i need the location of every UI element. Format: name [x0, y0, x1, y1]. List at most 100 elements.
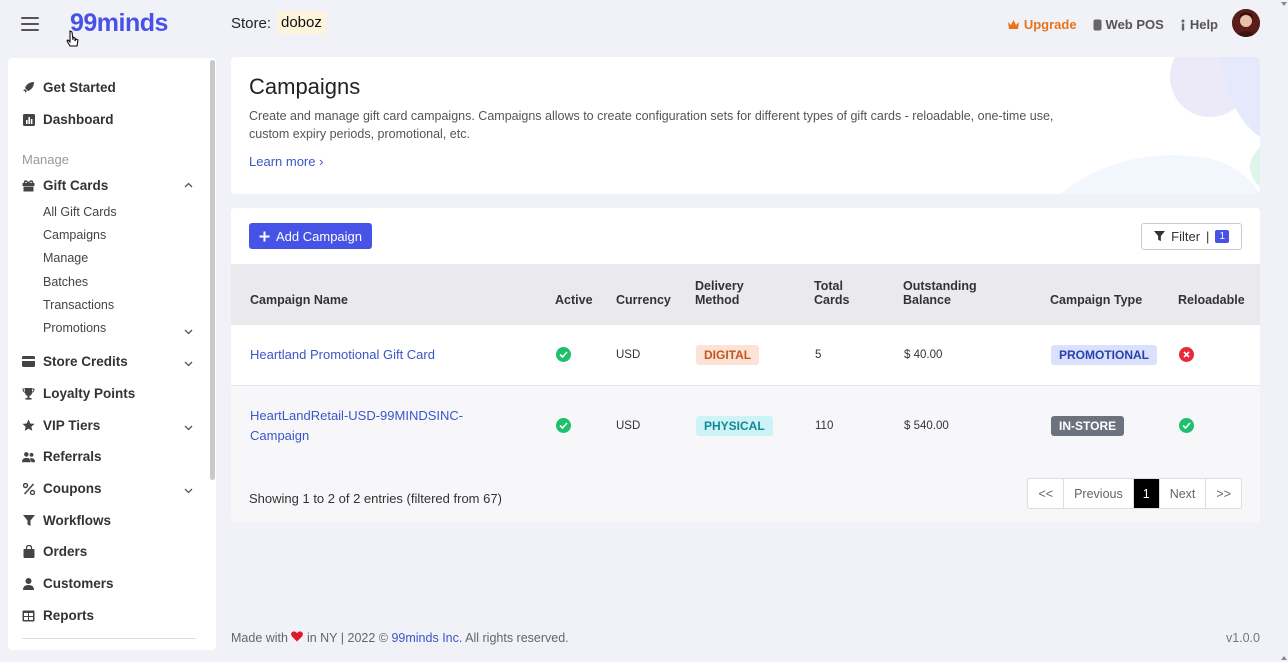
delivery-method-badge: DIGITAL [696, 345, 760, 365]
sidebar-divider [22, 638, 196, 639]
sidebar-item-label: Workflows [43, 513, 112, 528]
chevron-down-icon[interactable] [184, 486, 193, 495]
hamburger-menu-icon[interactable] [21, 17, 39, 31]
sidebar-subitem-promotions[interactable]: Promotions [43, 321, 106, 335]
last-page-button[interactable]: >> [1206, 479, 1241, 508]
funnel-icon [22, 514, 35, 527]
heart-icon [291, 631, 304, 642]
page-1-button[interactable]: 1 [1133, 479, 1160, 508]
column-header-currency[interactable]: Currency [616, 293, 671, 307]
header-line: Delivery [695, 279, 744, 293]
campaigns-table-card: Add Campaign Filter | 1 Campaign Name Ac… [231, 208, 1260, 522]
pos-terminal-icon [1093, 19, 1102, 30]
table-report-icon [22, 609, 35, 622]
web-pos-link[interactable]: Web POS [1093, 17, 1164, 32]
star-icon [22, 419, 35, 432]
user-avatar[interactable] [1232, 9, 1260, 37]
total-cards-cell: 5 [815, 349, 822, 361]
table-row[interactable]: HeartLandRetail-USD-99MINDSINC- Campaign… [231, 385, 1260, 465]
footer-company-link[interactable]: 99minds Inc. [391, 631, 462, 645]
campaign-name-link[interactable]: Heartland Promotional Gift Card [250, 345, 435, 365]
rocket-icon [22, 81, 35, 94]
campaigns-intro-card: Campaigns Create and manage gift card ca… [231, 57, 1260, 194]
column-header-campaign-type[interactable]: Campaign Type [1050, 293, 1142, 307]
sidebar-item-label: Customers [43, 576, 114, 591]
sidebar-item-store-credits[interactable]: Store Credits [22, 354, 128, 369]
sidebar-item-reports[interactable]: Reports [22, 608, 94, 623]
column-header-total-cards[interactable]: Total Cards [814, 279, 849, 307]
mouse-pointer-icon [66, 30, 79, 47]
sidebar-item-get-started[interactable]: Get Started [22, 80, 116, 95]
chevron-up-icon[interactable] [184, 181, 193, 190]
sidebar-scrollbar[interactable] [210, 60, 215, 480]
filter-button[interactable]: Filter | 1 [1141, 223, 1242, 250]
app-logo[interactable]: 99minds [70, 9, 168, 38]
store-selector[interactable]: doboz [277, 11, 326, 34]
chevron-down-icon[interactable] [184, 423, 193, 432]
table-header: Campaign Name Active Currency Delivery M… [231, 264, 1260, 324]
sidebar-item-label: Gift Cards [43, 178, 109, 193]
active-check-icon [556, 418, 571, 433]
sidebar: Get Started Dashboard Manage Gift Cards … [8, 58, 216, 650]
upgrade-label: Upgrade [1023, 17, 1077, 32]
sidebar-item-orders[interactable]: Orders [22, 544, 87, 559]
trophy-icon [22, 387, 35, 400]
table-row[interactable]: Heartland Promotional Gift Card USD DIGI… [231, 324, 1260, 385]
column-header-reloadable[interactable]: Reloadable [1178, 293, 1245, 307]
table-footer: Showing 1 to 2 of 2 entries (filtered fr… [231, 465, 1260, 522]
shopping-bag-icon [22, 545, 35, 558]
sidebar-subitem-all-gift-cards[interactable]: All Gift Cards [43, 205, 117, 219]
filter-label: Filter [1171, 229, 1201, 244]
page-footer: Made with in NY | 2022 © 99minds Inc. Al… [231, 631, 569, 645]
page-scrollbar[interactable] [1280, 0, 1288, 662]
learn-more-link[interactable]: Learn more › [249, 154, 323, 169]
crown-icon [1007, 20, 1019, 29]
sidebar-item-loyalty-points[interactable]: Loyalty Points [22, 386, 135, 401]
previous-page-button[interactable]: Previous [1064, 479, 1134, 508]
column-header-outstanding-balance[interactable]: Outstanding Balance [903, 279, 977, 307]
sidebar-item-vip-tiers[interactable]: VIP Tiers [22, 418, 100, 433]
filter-count-badge: 1 [1215, 230, 1229, 243]
decorative-background [1060, 57, 1260, 194]
footer-made-with: Made with [231, 631, 288, 645]
gift-icon [22, 179, 35, 192]
outstanding-balance-cell: $ 540.00 [904, 420, 949, 432]
help-link[interactable]: Help [1180, 17, 1218, 32]
sidebar-item-label: Orders [43, 544, 88, 559]
delivery-method-badge: PHYSICAL [696, 416, 773, 436]
sidebar-subitem-batches[interactable]: Batches [43, 275, 88, 289]
sidebar-item-gift-cards[interactable]: Gift Cards [22, 178, 108, 193]
pagination: << Previous 1 Next >> [1027, 478, 1242, 509]
campaign-type-badge: PROMOTIONAL [1051, 345, 1157, 365]
first-page-button[interactable]: << [1028, 479, 1065, 508]
users-icon [22, 450, 35, 463]
campaign-name-line: Campaign [250, 428, 310, 443]
column-header-active[interactable]: Active [555, 293, 593, 307]
sidebar-item-label: Referrals [43, 449, 102, 464]
sidebar-subitem-campaigns[interactable]: Campaigns [43, 228, 106, 242]
sidebar-item-coupons[interactable]: Coupons [22, 481, 102, 496]
chevron-down-icon[interactable] [184, 359, 193, 368]
sidebar-item-workflows[interactable]: Workflows [22, 513, 111, 528]
campaign-name-link[interactable]: HeartLandRetail-USD-99MINDSINC- Campaign [250, 406, 463, 446]
add-campaign-button[interactable]: Add Campaign [249, 223, 372, 249]
column-header-campaign-name[interactable]: Campaign Name [250, 293, 348, 307]
next-page-button[interactable]: Next [1160, 479, 1207, 508]
sidebar-subitem-manage[interactable]: Manage [43, 251, 88, 265]
upgrade-link[interactable]: Upgrade [1007, 17, 1077, 32]
sidebar-item-dashboard[interactable]: Dashboard [22, 112, 114, 127]
sidebar-item-referrals[interactable]: Referrals [22, 449, 102, 464]
plus-icon [259, 231, 270, 241]
sidebar-subitem-transactions[interactable]: Transactions [43, 298, 114, 312]
campaign-type-badge: IN-STORE [1051, 416, 1125, 436]
header-line: Total [814, 279, 843, 293]
column-header-delivery-method[interactable]: Delivery Method [695, 279, 744, 307]
sidebar-item-customers[interactable]: Customers [22, 576, 114, 591]
user-icon [22, 577, 35, 590]
chevron-down-icon[interactable] [184, 327, 193, 336]
header-line: Balance [903, 293, 951, 307]
app-version: v1.0.0 [1225, 631, 1260, 645]
sidebar-section-manage: Manage [22, 152, 69, 167]
filter-separator: | [1206, 229, 1210, 244]
footer-in-ny: in NY | 2022 © [306, 631, 388, 645]
